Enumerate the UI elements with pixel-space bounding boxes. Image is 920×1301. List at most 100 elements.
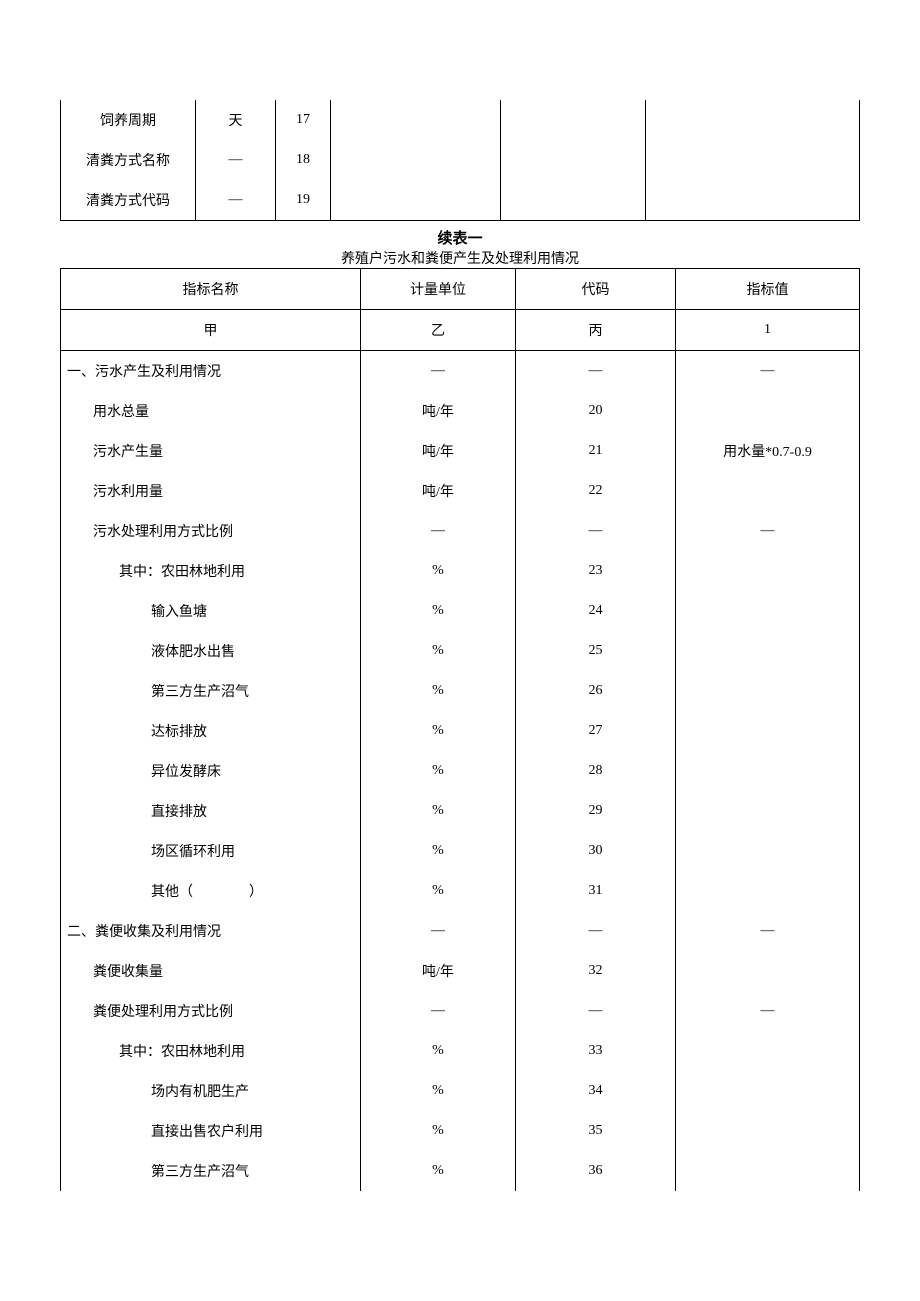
- cell-value: [676, 751, 860, 791]
- cell-v1: [331, 140, 501, 180]
- cell-code: —: [516, 911, 676, 951]
- cell-unit: —: [361, 911, 516, 951]
- cell-code: 32: [516, 951, 676, 991]
- cell-code: 35: [516, 1111, 676, 1151]
- cell-unit: %: [361, 671, 516, 711]
- cell-value: [676, 1111, 860, 1151]
- cell-name: 清粪方式代码: [61, 180, 196, 221]
- cell-name: 污水处理利用方式比例: [61, 511, 361, 551]
- table-row: 液体肥水出售%25: [61, 631, 860, 671]
- cell-name: 输入鱼塘: [61, 591, 361, 631]
- cell-value: [676, 591, 860, 631]
- cell-code: 30: [516, 831, 676, 871]
- cell-unit: %: [361, 1071, 516, 1111]
- cell-code: —: [516, 511, 676, 551]
- cell-name: 场内有机肥生产: [61, 1071, 361, 1111]
- cell-unit: 天: [196, 100, 276, 140]
- table-subheader-row: 甲 乙 丙 1: [61, 310, 860, 351]
- table-row: 异位发酵床%28: [61, 751, 860, 791]
- cell-code: 19: [276, 180, 331, 221]
- cell-v3: [646, 180, 860, 221]
- cell-unit: 吨/年: [361, 431, 516, 471]
- cell-name: 清粪方式名称: [61, 140, 196, 180]
- cell-v2: [501, 100, 646, 140]
- cell-code: 23: [516, 551, 676, 591]
- subheader-b: 乙: [361, 310, 516, 351]
- section-title: 续表一: [60, 227, 860, 248]
- cell-name: 直接出售农户利用: [61, 1111, 361, 1151]
- cell-name: 其中：农田林地利用: [61, 1031, 361, 1071]
- table-row: 场内有机肥生产%34: [61, 1071, 860, 1111]
- cell-value: [676, 391, 860, 431]
- cell-unit: —: [196, 180, 276, 221]
- cell-unit: %: [361, 751, 516, 791]
- cell-value: [676, 871, 860, 911]
- cell-name: 直接排放: [61, 791, 361, 831]
- cell-name: 其他（ ）: [61, 871, 361, 911]
- header-unit: 计量单位: [361, 269, 516, 310]
- cell-name: 其中：农田林地利用: [61, 551, 361, 591]
- cell-value: [676, 1031, 860, 1071]
- table-row: 一、污水产生及利用情况———: [61, 351, 860, 392]
- cell-code: 31: [516, 871, 676, 911]
- cell-code: 26: [516, 671, 676, 711]
- cell-value: [676, 711, 860, 751]
- cell-code: 20: [516, 391, 676, 431]
- subheader-c: 丙: [516, 310, 676, 351]
- cell-v3: [646, 100, 860, 140]
- table-row: 二、粪便收集及利用情况———: [61, 911, 860, 951]
- cell-unit: —: [361, 351, 516, 392]
- table-row: 其中：农田林地利用%33: [61, 1031, 860, 1071]
- cell-v3: [646, 140, 860, 180]
- table-row: 第三方生产沼气%36: [61, 1151, 860, 1191]
- table-row: 直接出售农户利用%35: [61, 1111, 860, 1151]
- cell-unit: 吨/年: [361, 391, 516, 431]
- table-row: 输入鱼塘%24: [61, 591, 860, 631]
- cell-value: [676, 1151, 860, 1191]
- cell-unit: %: [361, 591, 516, 631]
- cell-code: 28: [516, 751, 676, 791]
- cell-name: 二、粪便收集及利用情况: [61, 911, 361, 951]
- cell-name: 粪便收集量: [61, 951, 361, 991]
- cell-code: 33: [516, 1031, 676, 1071]
- cell-name: 液体肥水出售: [61, 631, 361, 671]
- table-row: 用水总量吨/年20: [61, 391, 860, 431]
- table-row: 其中：农田林地利用%23: [61, 551, 860, 591]
- table-row: 其他（ ）%31: [61, 871, 860, 911]
- cell-value: —: [676, 911, 860, 951]
- cell-unit: %: [361, 871, 516, 911]
- cell-code: 36: [516, 1151, 676, 1191]
- cell-value: [676, 551, 860, 591]
- table-row: 清粪方式名称—18: [61, 140, 860, 180]
- subheader-a: 甲: [61, 310, 361, 351]
- cell-code: 25: [516, 631, 676, 671]
- cell-unit: %: [361, 711, 516, 751]
- cell-code: 21: [516, 431, 676, 471]
- cell-unit: —: [361, 991, 516, 1031]
- table-row: 饲养周期天17: [61, 100, 860, 140]
- cell-unit: —: [361, 511, 516, 551]
- cell-value: [676, 671, 860, 711]
- cell-name: 用水总量: [61, 391, 361, 431]
- cell-name: 一、污水产生及利用情况: [61, 351, 361, 392]
- cell-unit: 吨/年: [361, 951, 516, 991]
- table-row: 污水处理利用方式比例———: [61, 511, 860, 551]
- cell-unit: %: [361, 791, 516, 831]
- header-value: 指标值: [676, 269, 860, 310]
- main-table: 指标名称 计量单位 代码 指标值 甲 乙 丙 1 一、污水产生及利用情况———用…: [60, 268, 860, 1191]
- cell-name: 污水利用量: [61, 471, 361, 511]
- cell-v1: [331, 180, 501, 221]
- cell-name: 饲养周期: [61, 100, 196, 140]
- cell-unit: %: [361, 1151, 516, 1191]
- cell-v2: [501, 180, 646, 221]
- cell-name: 第三方生产沼气: [61, 671, 361, 711]
- cell-value: [676, 831, 860, 871]
- cell-code: 27: [516, 711, 676, 751]
- table-row: 污水产生量吨/年21用水量*0.7-0.9: [61, 431, 860, 471]
- cell-v2: [501, 140, 646, 180]
- cell-unit: %: [361, 551, 516, 591]
- cell-name: 场区循环利用: [61, 831, 361, 871]
- cell-name: 异位发酵床: [61, 751, 361, 791]
- header-code: 代码: [516, 269, 676, 310]
- cell-unit: %: [361, 631, 516, 671]
